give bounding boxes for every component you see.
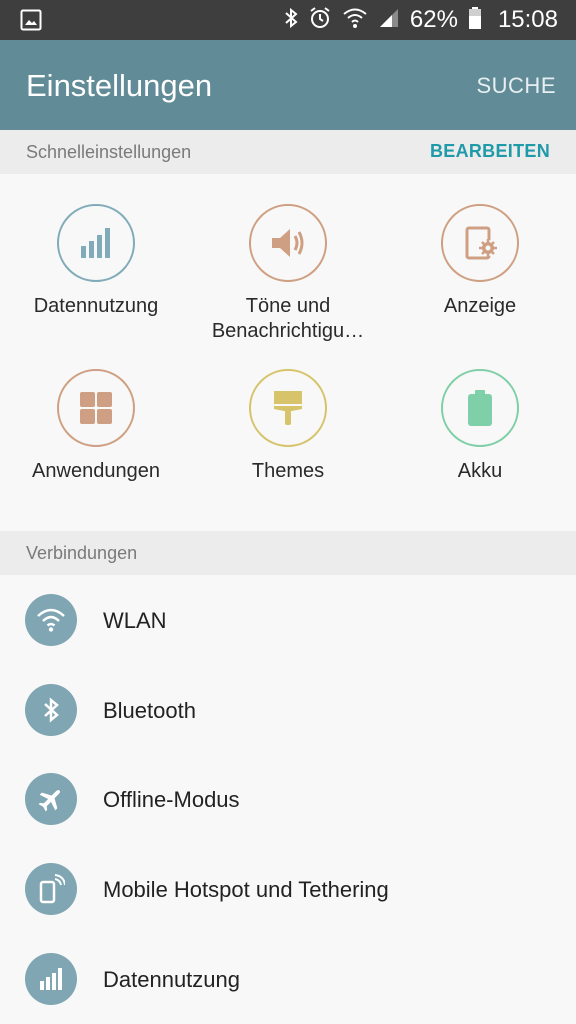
volume-icon (249, 204, 327, 282)
quick-tile-label: Themes (251, 460, 325, 482)
list-item-offline-mode[interactable]: Offline-Modus (0, 755, 576, 844)
app-bar: Einstellungen SUCHE (0, 40, 576, 130)
image-icon (20, 9, 42, 36)
airplane-icon (25, 773, 77, 825)
section-title: Schnelleinstellungen (26, 142, 192, 162)
battery-icon (441, 369, 519, 447)
page-title: Einstellungen (26, 68, 213, 103)
display-settings-icon (441, 204, 519, 282)
quick-tile-data-usage[interactable]: Datennutzung (0, 204, 192, 319)
paintbrush-icon (249, 369, 327, 447)
apps-icon (57, 369, 135, 447)
clock: 15:08 (497, 6, 558, 33)
search-button[interactable]: SUCHE (476, 73, 556, 99)
quick-tile-label: Datennutzung (33, 295, 159, 317)
connections-header: Verbindungen (0, 531, 576, 575)
quick-tile-apps[interactable]: Anwendungen (0, 369, 192, 484)
wifi-icon (342, 7, 368, 34)
list-item-label: WLAN (103, 608, 167, 633)
bluetooth-icon (284, 7, 298, 34)
quick-settings-grid: Datennutzung Töne und Benachrichtigu… An… (0, 174, 576, 531)
quick-tile-label: Töne und Benachrichtigu… (211, 295, 365, 342)
quick-tile-battery[interactable]: Akku (384, 369, 576, 484)
quick-tile-label: Anzeige (443, 295, 517, 317)
list-item-data-usage[interactable]: Datennutzung (0, 935, 576, 1024)
list-item-hotspot[interactable]: Mobile Hotspot und Tethering (0, 845, 576, 934)
list-item-bluetooth[interactable]: Bluetooth (0, 666, 576, 755)
hotspot-icon (25, 863, 77, 915)
list-item-label: Bluetooth (103, 698, 196, 723)
section-title: Verbindungen (26, 543, 138, 563)
quick-tile-sounds[interactable]: Töne und Benachrichtigu… (192, 204, 384, 344)
quick-settings-header: Schnelleinstellungen BEARBEITEN (0, 130, 576, 174)
quick-tile-display[interactable]: Anzeige (384, 204, 576, 319)
quick-tile-label: Akku (457, 460, 503, 482)
edit-button[interactable]: BEARBEITEN (430, 141, 550, 162)
wifi-icon (25, 594, 77, 646)
alarm-icon (308, 6, 332, 35)
status-bar: 62% 15:08 (0, 0, 576, 40)
data-usage-icon (25, 953, 77, 1005)
list-item-wlan[interactable]: WLAN (0, 576, 576, 665)
battery-percent: 62% (409, 6, 458, 33)
quick-tile-label: Anwendungen (32, 460, 160, 482)
data-usage-icon (57, 204, 135, 282)
list-item-label: Datennutzung (103, 967, 240, 992)
list-item-label: Offline-Modus (103, 787, 240, 812)
signal-icon (378, 7, 400, 34)
battery-icon (468, 6, 482, 35)
list-item-label: Mobile Hotspot und Tethering (103, 877, 389, 902)
quick-tile-themes[interactable]: Themes (192, 369, 384, 484)
bluetooth-icon (25, 684, 77, 736)
